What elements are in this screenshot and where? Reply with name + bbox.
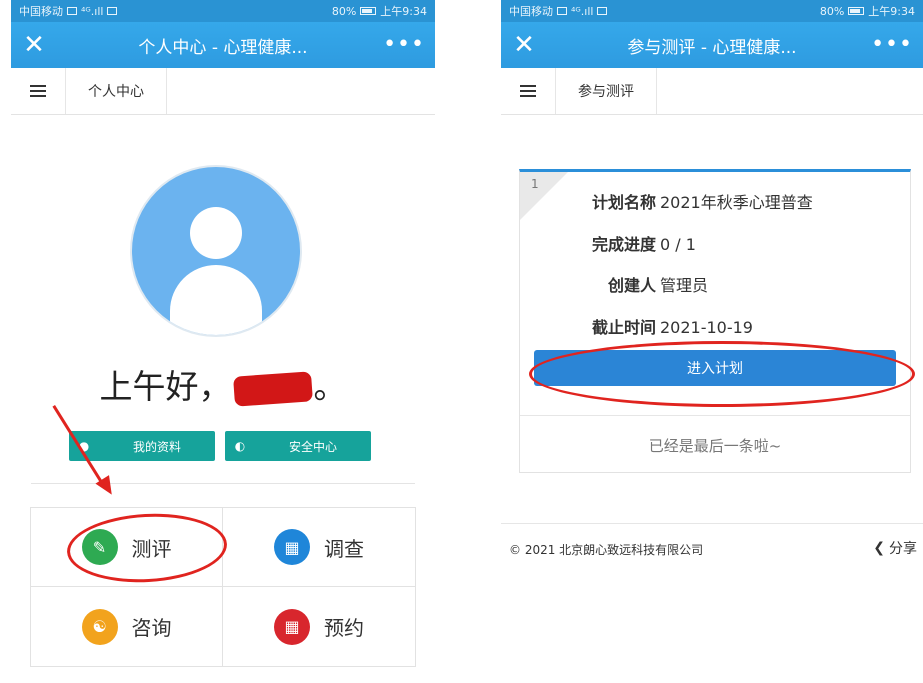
left-phone-screen: 中国移动 ⁴ᴳ.ıll 80% 上午9:34 ✕ 个人中心 - 心理健康... …: [11, 0, 435, 683]
deadline-value: 2021-10-19: [660, 318, 753, 337]
plan-name-value: 2021年秋季心理普查: [660, 193, 813, 212]
hamburger-menu-button[interactable]: [501, 68, 556, 114]
hd-icon: [557, 7, 567, 15]
progress-key: 完成进度: [591, 235, 656, 254]
tab-bar: 个人中心: [11, 68, 435, 115]
carrier-label: 中国移动: [19, 5, 63, 18]
end-of-list-text: 已经是最后一条啦~: [648, 437, 782, 455]
security-center-button[interactable]: ◐ 安全中心: [225, 431, 371, 461]
battery-icon: [360, 7, 377, 15]
close-icon[interactable]: ✕: [501, 22, 547, 68]
battery-percent: 80%: [819, 4, 845, 18]
creator-row: 创建人 管理员: [520, 272, 708, 296]
security-center-label: 安全中心: [288, 439, 337, 454]
status-bar: 中国移动 ⁴ᴳ.ıll 80% 上午9:34: [11, 0, 435, 22]
battery-percent: 80%: [331, 4, 357, 18]
carrier-label: 中国移动: [509, 5, 553, 18]
progress-value: 0 / 1: [660, 235, 696, 254]
my-profile-label: 我的资料: [132, 439, 181, 454]
bar-chart-icon: ▦: [274, 529, 310, 565]
avatar-head-shape: [190, 207, 242, 259]
hd-icon: [67, 7, 77, 15]
battery-icon: [848, 7, 865, 15]
share-icon: ❮: [873, 540, 885, 556]
deadline-row: 截止时间 2021-10-19: [520, 314, 753, 338]
page-title: 参与测评 - 心理健康...: [627, 37, 797, 58]
right-phone-screen: 中国移动 ⁴ᴳ.ıll 80% 上午9:34 ✕ 参与测评 - 心理健康... …: [501, 0, 923, 683]
deadline-key: 截止时间: [591, 318, 656, 337]
grid-item-label: 调查: [324, 536, 364, 561]
plan-card: 1 计划名称 2021年秋季心理普查 完成进度 0 / 1 创建人 管理员 截止时间 2…: [519, 169, 911, 473]
signal-icon: ⁴ᴳ.ıll: [81, 4, 104, 18]
status-bar: 中国移动 ⁴ᴳ.ıll 80% 上午9:34: [501, 0, 923, 22]
copyright-text: © 2021 北京朗心致远科技有限公司: [509, 543, 704, 557]
divider: [501, 523, 923, 524]
wifi-icon: [597, 7, 608, 15]
share-button[interactable]: ❮ 分享: [873, 538, 917, 558]
grid-item-label: 预约: [324, 616, 364, 640]
signal-icon: ⁴ᴳ.ıll: [571, 4, 594, 18]
hamburger-icon: [520, 85, 536, 97]
grid-item-survey[interactable]: ▦ 调查: [223, 508, 415, 587]
redacted-username: [232, 370, 313, 407]
greeting-text: 上午好， 。: [11, 360, 435, 408]
creator-key: 创建人: [607, 276, 656, 295]
creator-value: 管理员: [660, 276, 709, 295]
more-menu-icon[interactable]: •••: [871, 22, 913, 68]
chat-bubbles-icon: ☯: [81, 608, 118, 645]
tab-join-assessment[interactable]: 参与测评: [556, 68, 657, 114]
title-bar: ✕ 个人中心 - 心理健康... •••: [11, 22, 435, 68]
my-profile-button[interactable]: ● 我的资料: [69, 431, 215, 461]
progress-row: 完成进度 0 / 1: [520, 231, 696, 255]
greeting-suffix: 。: [313, 367, 347, 406]
clock: 上午9:34: [380, 5, 427, 18]
hamburger-icon: [30, 85, 46, 97]
page-title: 个人中心 - 心理健康...: [138, 37, 308, 58]
divider: [520, 415, 910, 416]
title-bar: ✕ 参与测评 - 心理健康... •••: [501, 22, 923, 68]
wifi-icon: [107, 7, 118, 15]
grid-item-consult[interactable]: ☯ 咨询: [31, 587, 223, 666]
calendar-icon: ▦: [274, 608, 310, 645]
more-menu-icon[interactable]: •••: [383, 22, 425, 68]
plan-name-row: 计划名称 2021年秋季心理普查: [520, 189, 813, 213]
avatar-body-shape: [170, 265, 262, 335]
plan-name-key: 计划名称: [591, 193, 656, 212]
shield-icon: ◐: [234, 439, 246, 453]
divider: [31, 483, 415, 484]
avatar[interactable]: [132, 167, 300, 335]
grid-item-appointment[interactable]: ▦ 预约: [223, 587, 415, 666]
share-label: 分享: [889, 541, 917, 557]
tab-bar: 参与测评: [501, 68, 923, 115]
grid-item-label: 咨询: [131, 616, 172, 640]
clock: 上午9:34: [868, 5, 915, 18]
greeting-prefix: 上午好，: [99, 367, 232, 406]
tab-personal-center[interactable]: 个人中心: [66, 68, 167, 114]
close-icon[interactable]: ✕: [11, 22, 57, 68]
hamburger-menu-button[interactable]: [11, 68, 66, 114]
annotation-circle-enter-plan: [529, 341, 915, 407]
